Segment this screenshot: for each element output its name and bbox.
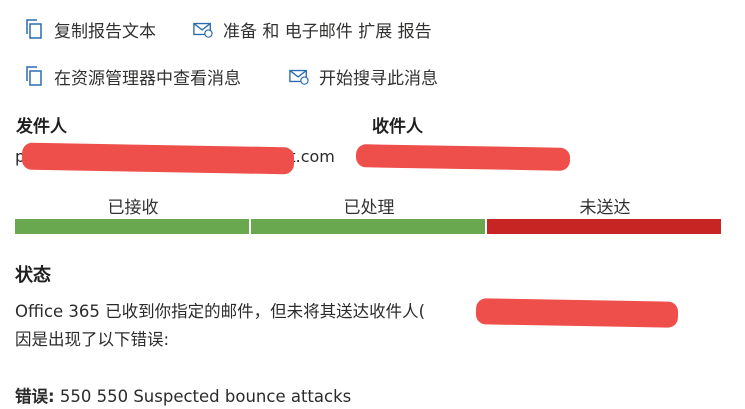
prepare-extended-report-label: 准备 和 电子邮件 扩展 报告 [223, 21, 432, 42]
status-title: 状态 [15, 265, 51, 286]
stage-processed-bar [251, 219, 485, 234]
status-text-line2: 因是出现了以下错误: [15, 330, 170, 349]
prepare-extended-report-button[interactable]: 准备 和 电子邮件 扩展 报告 [193, 16, 432, 42]
status-text-before: Office 365 已收到你指定的邮件，但未将其送达收件人( [15, 302, 426, 321]
recipient-label: 收件人 [372, 117, 423, 137]
error-label: 错误: [15, 387, 55, 406]
stage-not-delivered-bar [487, 219, 721, 234]
copy-report-text-button[interactable]: 复制报告文本 [24, 16, 156, 42]
mail-search-icon [289, 65, 309, 87]
stage-received-bar [15, 219, 249, 234]
stage-received-label: 已接收 [107, 198, 159, 218]
status-recipient-redaction [475, 298, 679, 328]
sender-label: 发件人 [16, 117, 67, 137]
view-in-admin-button[interactable]: 在资源管理器中查看消息 [24, 63, 241, 89]
stage-not-delivered-label: 未送达 [579, 198, 631, 218]
error-line: 错误: 550 550 Suspected bounce attacks [15, 383, 351, 407]
mail-attachment-icon [193, 18, 213, 40]
copy-icon [24, 65, 44, 87]
copy-report-text-label: 复制报告文本 [54, 21, 156, 42]
start-search-label: 开始搜寻此消息 [319, 68, 438, 89]
recipient-redaction [355, 144, 571, 171]
copy-icon [24, 18, 44, 40]
sender-redaction [21, 142, 295, 175]
stage-processed-label: 已处理 [343, 198, 395, 218]
view-in-admin-label: 在资源管理器中查看消息 [54, 68, 241, 89]
error-message: 550 550 Suspected bounce attacks [59, 387, 352, 406]
start-search-button[interactable]: 开始搜寻此消息 [289, 63, 438, 89]
